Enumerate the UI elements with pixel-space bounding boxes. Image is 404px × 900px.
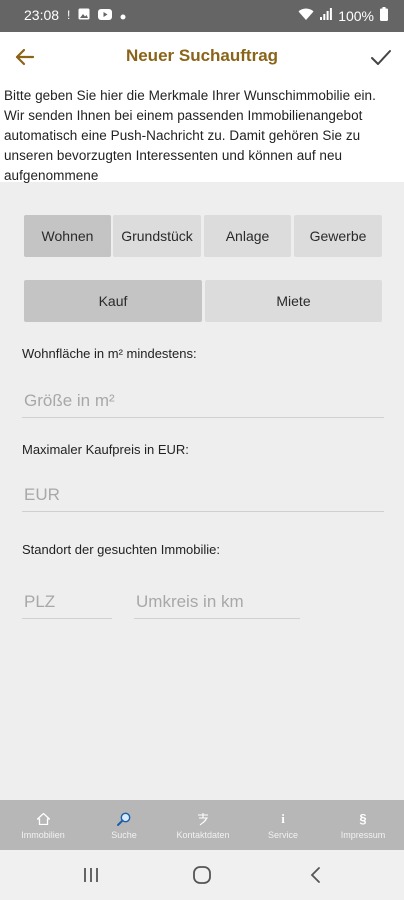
tab-label: Kauf [98,293,128,309]
tab-anlage[interactable]: Anlage [204,215,291,257]
nav-item-kontaktdaten[interactable]: Kontaktdaten [163,800,243,850]
check-icon [371,50,391,65]
nav-label: Immobilien [21,829,65,840]
page-title: Neuer Suchauftrag [125,46,279,65]
status-bar: 23:08 ! 100% [0,0,404,32]
battery-icon [380,7,388,24]
app-header: Neuer Suchauftrag [0,32,404,82]
nav-item-suche[interactable]: Suche [84,800,164,850]
area-label: Wohnfläche in m² mindestens: [22,346,197,361]
confirm-button[interactable] [368,44,394,70]
nav-label: Kontaktdaten [176,829,230,840]
location-label: Standort der gesuchten Immobilie: [22,542,220,557]
search-icon [117,811,131,827]
youtube-icon [98,7,113,23]
section-icon: § [359,810,367,826]
home-icon [36,811,50,827]
status-right: 100% [298,7,388,24]
tab-label: Wohnen [41,228,94,244]
recents-icon [84,868,98,882]
radius-input[interactable] [134,591,300,619]
price-label: Maximaler Kaufpreis in EUR: [22,442,189,457]
tab-gewerbe[interactable]: Gewerbe [294,215,382,257]
nav-item-immobilien[interactable]: Immobilien [3,800,83,850]
wifi-icon [298,8,314,24]
bottom-nav: Immobilien Suche Kontaktdaten i Service … [0,800,404,850]
status-time: 23:08 [24,7,60,23]
area-input[interactable] [22,390,384,418]
tab-grundstueck[interactable]: Grundstück [113,215,201,257]
battery-level: 100% [338,7,374,24]
image-icon [78,7,90,23]
chevron-left-icon [310,867,320,883]
signal-icon [320,7,333,24]
nav-label: Suche [111,829,137,840]
status-left: 23:08 ! [24,7,126,23]
contact-icon [196,811,210,827]
system-nav-bar [0,850,404,900]
tab-label: Miete [276,293,311,309]
tab-kauf[interactable]: Kauf [24,280,202,322]
dot-icon [120,7,126,23]
zip-input[interactable] [22,591,112,619]
nav-label: Service [267,829,298,840]
back-nav-button[interactable] [304,863,328,887]
home-button[interactable] [190,863,214,887]
home-circle-icon [193,866,211,884]
nav-item-impressum[interactable]: § Impressum [323,800,403,850]
tab-miete[interactable]: Miete [205,280,382,322]
intro-text: Bitte geben Sie hier die Merkmale Ihrer … [0,82,404,183]
nav-label: Impressum [340,829,386,840]
tab-label: Gewerbe [309,228,367,244]
nav-item-service[interactable]: i Service [243,800,323,850]
alert-icon: ! [67,8,71,22]
tab-label: Anlage [225,228,270,244]
info-icon: i [281,810,285,826]
recents-button[interactable] [79,863,103,887]
tab-wohnen[interactable]: Wohnen [24,215,111,257]
tab-label: Grundstück [121,228,193,244]
price-input[interactable] [22,484,384,512]
